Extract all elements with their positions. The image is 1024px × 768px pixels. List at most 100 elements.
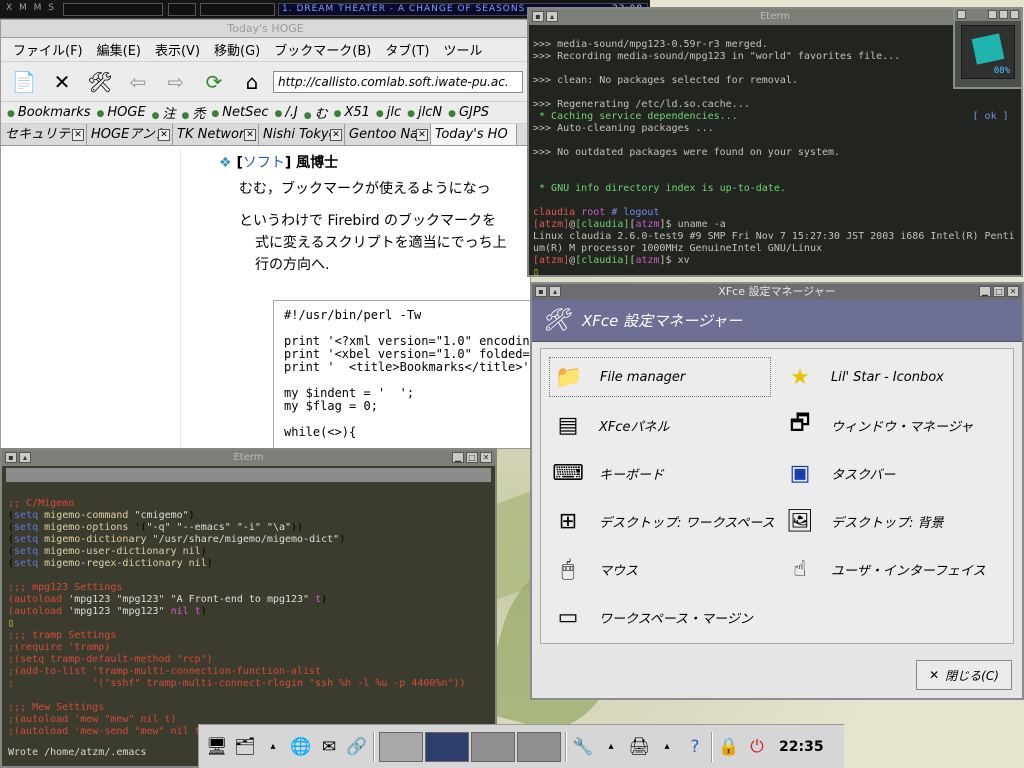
settings-item-user-interface[interactable]: ☝ ユーザ・インターフェイス [781,549,985,589]
bookmark-item[interactable]: jlcN [407,105,442,120]
bookmark-item[interactable]: HOGE [97,105,145,120]
maximize-icon[interactable]: □ [466,452,478,463]
bookmark-item[interactable]: む [304,103,328,122]
stop-icon[interactable]: ✕ [45,66,79,98]
settings-item-panel[interactable]: ▤ XFceパネル [549,405,670,445]
home-icon[interactable]: ⌂ [235,66,269,98]
category-link[interactable]: ソフト [243,155,285,171]
logout-icon[interactable]: ⏻ [745,733,769,761]
terminal-launcher-icon[interactable]: 🖥 [205,733,229,761]
window-menu-icon[interactable]: ▪ [535,286,547,297]
song-title: 1. DREAM THEATER - A CHANGE OF SEASONS [282,4,526,14]
settings-item-file-manager[interactable]: 📁 File manager [549,357,771,397]
menu-go[interactable]: 移動(G) [208,40,266,59]
workspace-4[interactable] [517,731,561,762]
terminal-output[interactable]: >>> media-sound/mpg123-0.59r-r3 merged. … [529,25,1021,281]
close-icon[interactable] [1010,10,1019,19]
xfce-settings-window: ▪ ▴ XFce 設定マネージャー ▁ □ ✕ 🛠 XFce 設定マネージャー 📁 Fi… [530,282,1024,700]
tab-todays-hoge[interactable]: Today's HO [431,124,517,145]
tab-tk-network[interactable]: TK Networ ✕ [173,124,259,145]
eterm-titlebar[interactable]: ▪▴ Eterm ▁□✕ [529,9,1021,25]
settings-item-workspace-margin[interactable]: ▭ ワークスペース・マージン [549,597,753,637]
help-icon[interactable]: ? [683,733,707,761]
shade-icon[interactable]: ▴ [546,11,558,22]
workspace-3[interactable] [471,731,515,762]
bookmark-item[interactable]: jlc [376,105,401,120]
monitor-titlebar[interactable] [955,9,1021,21]
mail-launcher-icon[interactable]: ✉ [317,733,341,761]
lock-icon[interactable]: 🔒 [717,733,741,761]
bookmark-item[interactable]: NetSec [211,105,268,120]
back-icon[interactable]: ⇦ [121,66,155,98]
emacs-buffer[interactable]: ;; C/Migemo (setq migemo-command "cmigem… [2,484,495,740]
files-launcher-icon[interactable]: 🗂 [233,733,257,761]
xmms-controls[interactable] [200,3,275,16]
settings-item-taskbar[interactable]: ▣ タスクバー [781,453,896,493]
bookmark-item[interactable]: /.J [274,105,297,120]
close-button-label: 閉じる(C) [945,668,999,683]
minimize-icon[interactable]: ▁ [979,286,991,297]
firebird-titlebar[interactable]: Today's HOGE [1,20,530,38]
menu-tabs[interactable]: タブ(T) [379,40,435,59]
printer-launcher-icon[interactable]: 🖨 [627,733,651,761]
maximize-icon[interactable] [999,10,1008,19]
page-left-margin [1,148,181,448]
bookmark-item[interactable]: GJPS [448,105,489,120]
window-menu-icon[interactable] [957,10,966,19]
new-page-icon[interactable]: 📄 [7,66,41,98]
minimize-icon[interactable]: ▁ [452,452,464,463]
bookmark-item[interactable]: X51 [334,105,369,120]
page-content: ❖ [ソフト] 風博士 むむ，ブックマークが使えるようになっ というわけで Fi… [1,148,530,448]
tools-icon[interactable]: 🛠 [83,66,117,98]
window-menu-icon[interactable]: ▪ [5,452,17,463]
close-button[interactable]: ✕ 閉じる(C) [916,660,1012,690]
network-launcher-icon[interactable]: 🌐 [289,733,313,761]
menu-arrow-icon[interactable]: ▴ [599,733,623,761]
menu-edit[interactable]: 編集(E) [91,40,147,59]
bookmark-item[interactable]: Bookmarks [7,105,91,120]
settings-item-window-manager[interactable]: 🗗 ウィンドウ・マネージャ [781,405,973,445]
menu-tools[interactable]: ツール [437,40,488,59]
browser-launcher-icon[interactable]: 🔗 [345,733,369,761]
menu-file[interactable]: ファイル(F) [7,40,89,59]
menu-arrow-icon[interactable]: ▴ [655,733,679,761]
maximize-icon[interactable]: □ [993,286,1005,297]
tab-nishi-tokyo[interactable]: Nishi Tokyo ✕ [259,124,345,145]
bookmark-item[interactable]: 注 [152,103,176,122]
minimize-icon[interactable] [988,10,997,19]
workspace-2[interactable] [425,731,469,762]
close-tab-icon[interactable]: ✕ [158,129,170,141]
settings-launcher-icon[interactable]: 🔧 [571,733,595,761]
workspace-1[interactable] [379,731,423,762]
close-icon[interactable]: ✕ [1007,286,1019,297]
forward-icon[interactable]: ⇨ [159,66,193,98]
close-tab-icon[interactable]: ✕ [330,129,342,141]
shade-icon[interactable]: ▴ [19,452,31,463]
settings-item-desktop-background[interactable]: 🖼 デスクトップ: 背景 [781,501,943,541]
url-input[interactable]: http://callisto.comlab.soft.iwate-pu.ac. [273,70,523,93]
close-tab-icon[interactable]: ✕ [416,129,428,141]
settings-item-keyboard[interactable]: ⌨ キーボード [549,453,664,493]
tab-gentoo[interactable]: Gentoo Na ✕ [345,124,431,145]
settings-item-mouse[interactable]: 🖱 マウス [549,549,638,589]
settings-titlebar[interactable]: ▪ ▴ XFce 設定マネージャー ▁ □ ✕ [532,284,1022,300]
close-tab-icon[interactable]: ✕ [244,129,256,141]
window-menu-icon[interactable]: ▪ [532,11,544,22]
xmms-volume[interactable] [63,3,163,16]
reload-icon[interactable]: ⟳ [197,66,231,98]
close-tab-icon[interactable]: ✕ [72,129,84,141]
paragraph: 行の方向へ. [255,257,330,273]
tab-security[interactable]: セキュリティ ✕ [1,124,87,145]
xmms-balance[interactable] [168,3,196,16]
eterm-titlebar[interactable]: ▪▴ Eterm ▁□✕ [2,450,495,466]
bookmark-item[interactable]: 禿 [182,103,205,122]
settings-item-iconbox[interactable]: ★ Lil' Star - Iconbox [781,357,944,397]
shade-icon[interactable]: ▴ [549,286,561,297]
menu-arrow-icon[interactable]: ▴ [261,733,285,761]
menu-bookmarks[interactable]: ブックマーク(B) [268,40,377,59]
settings-item-desktop-workspace[interactable]: ⊞ デスクトップ: ワークスペース [549,501,775,541]
close-icon[interactable]: ✕ [480,452,492,463]
tab-hoge-antenna[interactable]: HOGEアンシ ✕ [87,124,173,145]
menu-view[interactable]: 表示(V) [149,40,206,59]
prompt-host: claudia [533,207,576,218]
